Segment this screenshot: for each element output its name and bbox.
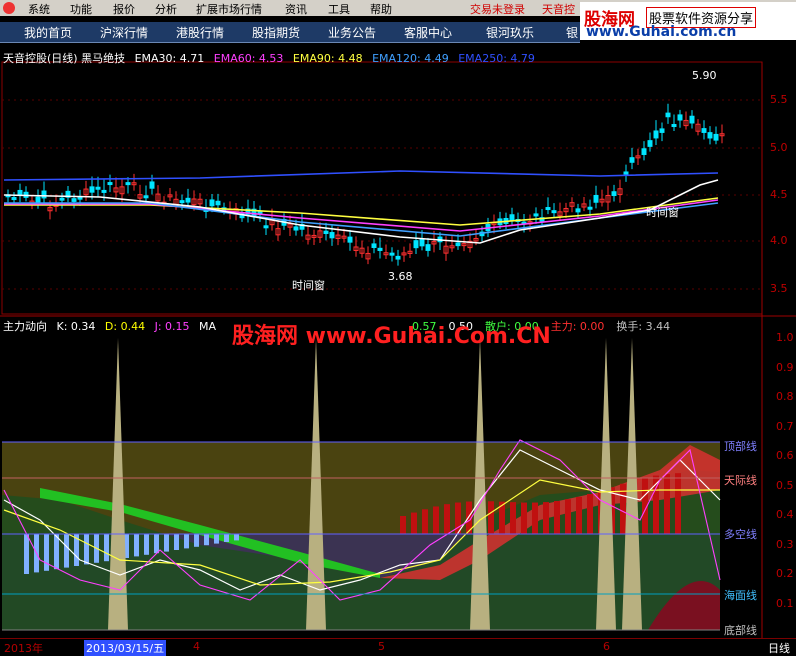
timeline-bar: 2013年 2013/03/15/五 4 5 6 日线 (0, 638, 796, 656)
ema-legend-item: EMA60: 4.53 (210, 52, 284, 65)
price-y-tick: 3.5 (770, 282, 788, 295)
ema-legend-item: EMA90: 4.48 (289, 52, 363, 65)
zone-label-bottom: 底部线 (724, 624, 757, 637)
brand-banner: 股海网 股票软件资源分享 www.Guhai.com.cn (580, 2, 796, 40)
zone-label-top: 顶部线 (724, 440, 757, 453)
timeline-june: 6 (603, 640, 610, 653)
indicator-y-tick: 0.2 (776, 567, 794, 580)
nav-bar: 我的首页 沪深行情 港股行情 股指期货 业务公告 客服中心 银河玖乐 银 (0, 22, 580, 43)
menu-tools[interactable]: 工具 (328, 1, 350, 17)
nav-galaxy[interactable]: 银河玖乐 (486, 24, 534, 41)
app-logo-icon (3, 2, 15, 14)
price-y-tick: 4.5 (770, 188, 788, 201)
nav-futures[interactable]: 股指期货 (252, 24, 300, 41)
indicator-header: 主力动向 K: 0.34 D: 0.44 J: 0.15 MA (3, 318, 216, 334)
candlesticks (5, 103, 725, 266)
indicator-right-field: 主力: 0.00 (550, 320, 605, 333)
nav-sh-sz[interactable]: 沪深行情 (100, 24, 148, 41)
brand-url: www.Guhai.com.cn (586, 24, 737, 40)
indicator-y-tick: 0.8 (776, 390, 794, 403)
indicator-y-tick: 0.1 (776, 596, 794, 610)
nav-service[interactable]: 客服中心 (404, 24, 452, 41)
timeline-may: 5 (378, 640, 385, 653)
menu-extended-market[interactable]: 扩展市场行情 (196, 1, 262, 17)
ema-legend-item: EMA30: 4.71 (134, 52, 205, 65)
indicator-right-field: 换手: 3.44 (616, 320, 671, 333)
zone-label-sea: 海面线 (724, 589, 757, 602)
zone-label-bullbear: 多空线 (724, 528, 757, 541)
indicator-y-tick: 0.6 (776, 449, 794, 462)
menu-system[interactable]: 系统 (28, 1, 50, 17)
price-panel-header: 天音控股(日线) 黑马绝技 EMA30: 4.71 EMA60: 4.53 EM… (3, 50, 535, 66)
menu-news[interactable]: 资讯 (285, 1, 307, 17)
price-panel-title: 天音控股(日线) 黑马绝技 (3, 52, 126, 65)
nav-hk[interactable]: 港股行情 (176, 24, 224, 41)
price-y-tick: 5.0 (770, 141, 788, 154)
low-price-label: 3.68 (388, 270, 413, 283)
indicator-y-tick: 0.7 (776, 419, 794, 433)
ema-legend-item: EMA250: 4.79 (454, 52, 535, 65)
indicator-y-tick: 0.3 (776, 537, 794, 551)
indicator-y-tick: 0.4 (776, 508, 794, 521)
menu-function[interactable]: 功能 (70, 1, 92, 17)
ema-lines (3, 170, 719, 244)
indicator-y-tick: 0.5 (776, 478, 794, 492)
price-y-tick: 4.0 (770, 234, 788, 247)
zone-label-sky: 天际线 (724, 474, 757, 487)
nav-more[interactable]: 银 (566, 24, 578, 41)
high-price-label: 5.90 (692, 69, 717, 82)
timeline-april: 4 (193, 640, 200, 653)
indicator-field: MA (195, 320, 217, 333)
indicator-fields: K: 0.34 D: 0.44 J: 0.15 MA (51, 320, 217, 333)
indicator-field: K: 0.34 (56, 320, 96, 333)
ema-legend: EMA30: 4.71 EMA60: 4.53 EMA90: 4.48 EMA1… (129, 52, 535, 65)
nav-announcements[interactable]: 业务公告 (328, 24, 376, 41)
trade-status[interactable]: 交易未登录 (470, 1, 525, 17)
time-window-label-2: 时间窗 (646, 206, 679, 219)
nav-home[interactable]: 我的首页 (24, 24, 72, 41)
menu-help[interactable]: 帮助 (370, 1, 392, 17)
menu-quote[interactable]: 报价 (113, 1, 135, 17)
price-y-tick: 5.5 (770, 93, 788, 106)
indicator-y-tick: 1.0 (776, 331, 794, 344)
indicator-field: D: 0.44 (101, 320, 146, 333)
watermark: 股海网 www.Guhai.Com.CN (232, 324, 551, 349)
indicator-field: J: 0.15 (151, 320, 190, 333)
ema-legend-item: EMA120: 4.49 (368, 52, 449, 65)
time-window-label: 时间窗 (292, 279, 325, 292)
menu-analysis[interactable]: 分析 (155, 1, 177, 17)
indicator-title: 主力动向 (3, 320, 47, 333)
indicator-y-tick: 0.9 (776, 360, 794, 374)
menu-stock-name: 天音控 (542, 3, 575, 16)
